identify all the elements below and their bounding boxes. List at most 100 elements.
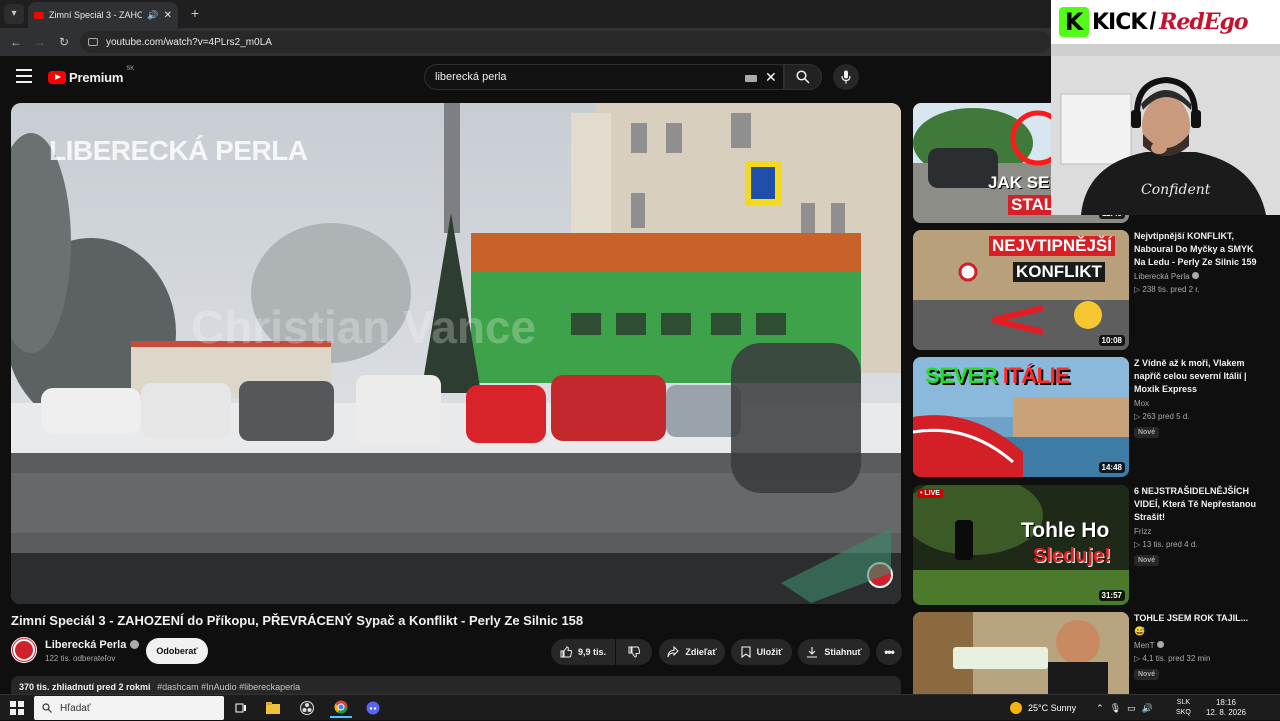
thumbnail-caption: NEJVTIPNĚJŠÍ xyxy=(989,236,1115,256)
start-button[interactable] xyxy=(10,701,24,715)
view-count-date: 370 tis. zhliadnutí pred 2 rokmi xyxy=(19,682,151,692)
download-button[interactable]: Stiahnuť xyxy=(798,639,870,665)
chevron-up-icon[interactable]: ⌃ xyxy=(1096,703,1104,714)
forward-icon[interactable]: → xyxy=(32,34,48,50)
obs-icon[interactable] xyxy=(296,698,318,718)
recommendation-meta: Z Vídně až k moři, Vlakem napříč celou s… xyxy=(1134,357,1264,439)
thumbnail-caption-2: STAL xyxy=(1008,195,1058,215)
youtube-logo[interactable]: Premium SK xyxy=(48,66,134,86)
system-tray: 25°C Sunny ⌃ 🎙 ▭ 🔊 xyxy=(1010,695,1153,721)
url-field[interactable]: youtube.com/watch?v=4PLrs2_m0LA xyxy=(80,31,1050,53)
more-actions-button[interactable]: ••• xyxy=(876,639,902,665)
video-title: Zimní Speciál 3 - ZAHOZENÍ do Příkopu, P… xyxy=(11,613,584,628)
recommendation-title[interactable]: Nejvtipnější KONFLIKT, Naboural Do Myčky… xyxy=(1134,230,1264,269)
recommendation-item[interactable]: • LIVE Tohle Ho Sleduje! 31:57 6 NEJSTRA… xyxy=(913,485,1273,605)
recommendation-channel[interactable]: Mox xyxy=(1134,399,1264,408)
recommendation-channel[interactable]: Frizz xyxy=(1134,527,1264,536)
site-info-icon[interactable] xyxy=(88,38,98,46)
recommendation-title[interactable]: 6 NEJSTRAŠIDELNĚJŠÍCH VIDEÍ, Která Tě Ne… xyxy=(1134,485,1264,524)
recommendation-meta: Nejvtipnější KONFLIKT, Naboural Do Myčky… xyxy=(1134,230,1264,294)
recommendation-item[interactable]: SEVER ITÁLIE 14:48 Z Vídně až k moři, Vl… xyxy=(913,357,1273,477)
recommendation-stats: ▷ 4,1 tis. pred 32 min xyxy=(1134,654,1211,663)
channel-name[interactable]: Liberecká Perla xyxy=(45,639,140,651)
speaker-icon[interactable]: 🔊 xyxy=(147,10,158,21)
task-view-icon[interactable] xyxy=(230,698,252,718)
dislike-button[interactable] xyxy=(616,639,652,665)
subscribe-button[interactable]: Odoberať xyxy=(146,638,208,664)
weather-text[interactable]: 25°C Sunny xyxy=(1028,703,1076,713)
tab-search-button[interactable]: ▾ xyxy=(4,4,24,24)
recommendation-stats: ▷ 263 pred 5 d. xyxy=(1134,412,1190,421)
search-input[interactable]: liberecká perla ✕ xyxy=(424,64,784,90)
share-button[interactable]: Zdieľať xyxy=(659,639,725,665)
recommendation-thumbnail[interactable] xyxy=(913,612,1129,694)
live-badge: • LIVE xyxy=(917,489,943,498)
like-button[interactable]: 9,9 tis. xyxy=(551,639,615,665)
reload-icon[interactable]: ↻ xyxy=(56,34,72,50)
new-badge: Nové xyxy=(1134,555,1160,566)
recommendation-thumbnail[interactable]: NEJVTIPNĚJŠÍ KONFLIKT 10:08 xyxy=(913,230,1129,350)
clear-search-icon[interactable]: ✕ xyxy=(765,70,777,84)
new-badge: Nové xyxy=(1134,669,1160,680)
recommendation-stats: ▷ 13 tis. pred 4 d. xyxy=(1134,540,1198,549)
video-channel-watermark: LIBERECKÁ PERLA xyxy=(49,135,308,166)
keyboard-icon[interactable] xyxy=(745,75,757,82)
back-icon[interactable]: ← xyxy=(8,34,24,50)
channel-name-text: Liberecká Perla xyxy=(45,639,127,651)
recommendation-item[interactable]: NEJVTIPNĚJŠÍ KONFLIKT 10:08 Nejvtipnější… xyxy=(913,230,1273,350)
tab-close-icon[interactable]: ✕ xyxy=(164,10,172,21)
search-button[interactable] xyxy=(784,64,822,90)
taskbar-search[interactable]: Hľadať xyxy=(34,696,224,720)
recommendation-thumbnail[interactable]: • LIVE Tohle Ho Sleduje! 31:57 xyxy=(913,485,1129,605)
more-icon: ••• xyxy=(884,645,895,659)
file-explorer-icon[interactable] xyxy=(262,698,284,718)
url-text: youtube.com/watch?v=4PLrs2_m0LA xyxy=(106,36,272,48)
recommendation-channel[interactable]: MenT xyxy=(1134,641,1264,650)
recommendation-thumbnail[interactable]: SEVER ITÁLIE 14:48 xyxy=(913,357,1129,477)
network-icon[interactable]: ▭ xyxy=(1127,703,1136,714)
channel-avatar[interactable] xyxy=(11,637,37,663)
hashtags[interactable]: #dashcam #InAudio #libereckaperla xyxy=(157,682,300,692)
save-button[interactable]: Uložiť xyxy=(731,639,792,665)
discord-icon[interactable] xyxy=(362,698,384,718)
recommendation-stats: ▷ 238 tis. pred 2 r. xyxy=(1134,285,1200,294)
menu-icon[interactable] xyxy=(16,69,32,83)
voice-search-button[interactable] xyxy=(833,64,859,90)
recommendation-channel-name: MenT xyxy=(1134,641,1155,650)
webcam-image: Confident xyxy=(1051,44,1280,215)
recommendation-meta: TOHLE JSEM ROK TAJIL... 😅 MenT ▷ 4,1 tis… xyxy=(1134,612,1264,681)
weather-sun-icon xyxy=(1010,702,1022,714)
share-icon xyxy=(667,646,680,658)
video-player[interactable]: Christian Vance LIBERECKÁ PERLA xyxy=(11,103,901,604)
language-code: SLK xyxy=(1176,699,1191,706)
browser-tab[interactable]: Zimní Speciál 3 - ZAHOZENÍ 🔊 ✕ xyxy=(28,2,178,28)
clock-time: 18:16 xyxy=(1215,698,1237,707)
video-duration: 10:08 xyxy=(1098,335,1125,346)
share-label: Zdieľať xyxy=(685,647,717,657)
search-icon xyxy=(42,703,52,713)
system-clock[interactable]: 18:16 12. 8. 2026 xyxy=(1196,698,1256,718)
thumbnail-caption: SEVER ITÁLIE xyxy=(925,363,1070,388)
tab-title: Zimní Speciál 3 - ZAHOZENÍ xyxy=(49,10,143,20)
video-duration: 14:48 xyxy=(1098,462,1125,473)
new-tab-button[interactable]: + xyxy=(186,4,204,22)
recommendation-title[interactable]: TOHLE JSEM ROK TAJIL... xyxy=(1134,612,1264,625)
recommendation-channel[interactable]: Liberecká Perla xyxy=(1134,272,1264,281)
kick-text: KICK xyxy=(1092,9,1147,35)
video-duration: 31:57 xyxy=(1098,590,1125,601)
microphone-tray-icon[interactable]: 🎙 xyxy=(1110,703,1121,714)
svg-text:Christian Vance: Christian Vance xyxy=(191,301,536,353)
search-bar: liberecká perla ✕ xyxy=(424,64,822,90)
thumbnail-caption-2: KONFLIKT xyxy=(1013,262,1105,282)
like-count: 9,9 tis. xyxy=(577,647,606,657)
language-indicator[interactable]: SLK SKQ xyxy=(1176,698,1191,718)
youtube-favicon-icon xyxy=(34,11,44,19)
new-badge: Nové xyxy=(1134,427,1160,438)
verified-icon xyxy=(1156,641,1164,648)
verified-icon xyxy=(130,640,140,649)
volume-icon[interactable]: 🔊 xyxy=(1142,703,1153,714)
chrome-icon[interactable] xyxy=(330,698,352,718)
recommendation-meta: 6 NEJSTRAŠIDELNĚJŠÍCH VIDEÍ, Která Tě Ne… xyxy=(1134,485,1264,567)
recommendation-item[interactable]: TOHLE JSEM ROK TAJIL... 😅 MenT ▷ 4,1 tis… xyxy=(913,612,1273,694)
recommendation-title[interactable]: Z Vídně až k moři, Vlakem napříč celou s… xyxy=(1134,357,1264,396)
